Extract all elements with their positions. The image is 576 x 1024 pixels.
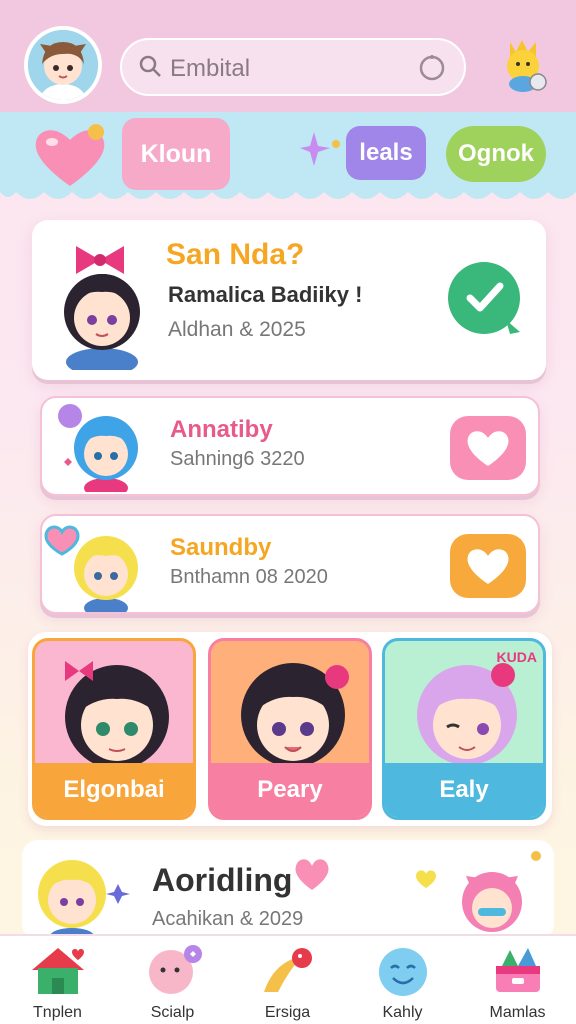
featured-card[interactable]: San Nda? Ramalica Badiiky ! Aldhan & 202… [32,220,546,380]
gift-box-icon [496,948,540,992]
nav-item-mamlas[interactable]: Mamlas [460,936,575,1024]
grid-tile-peary[interactable]: Peary [208,638,372,820]
nav-label: Kahly [382,1004,423,1021]
like-button[interactable] [450,416,526,480]
check-icon [466,282,520,334]
tab-kloun[interactable]: Kloun [122,118,230,190]
search-bar[interactable]: Embital [120,38,466,96]
check-button[interactable] [448,262,520,334]
settings-ring-icon[interactable] [416,52,448,84]
character-dark-hair-icon [65,661,169,769]
card-title: Saundby [170,534,272,561]
character-blonde-boy-icon [38,860,130,940]
character-blonde-icon [44,525,138,612]
feature-card[interactable]: Aoridling Acahikan & 2029 [22,840,554,940]
nav-label: Ersiga [264,1004,311,1021]
search-icon [139,55,161,77]
nav-item-scialp[interactable]: Scialp [115,936,230,1024]
grid-tile-elgonbai[interactable]: Elgonbai [32,638,196,820]
feature-title: Aoridling [152,862,293,898]
heart-icon[interactable] [30,122,110,190]
heart-icon [450,534,526,598]
list-item[interactable]: Annatiby Sahning6 3220 [40,396,540,496]
nav-label: Scialp [150,1004,195,1021]
tile-label: Ealy [385,763,543,817]
avatar-character-icon [28,30,98,100]
character-black-hair-icon [64,246,140,370]
card-date: Aldhan & 2025 [168,318,306,341]
like-button[interactable] [450,534,526,598]
nav-item-tnplen[interactable]: Tnplen [0,936,115,1024]
profile-avatar[interactable] [24,26,102,104]
comet-icon [264,948,312,992]
card-subtitle: Ramalica Badiiky ! [168,282,363,307]
card-date: Sahning6 3220 [170,448,305,470]
card-date: Bnthamn 08 2020 [170,566,328,588]
card-title: San Nda? [166,238,305,271]
card-title: Annatiby [170,416,273,443]
heart-icon [295,859,329,890]
list-item[interactable]: Saundby Bnthamn 08 2020 [40,514,540,614]
search-input[interactable]: Embital [170,55,250,83]
tab-leals[interactable]: leals [346,126,426,180]
nav-label: Mamlas [489,1004,546,1021]
tab-ognok[interactable]: Ognok [446,126,546,182]
smile-icon [379,948,427,996]
tile-badge: KUDA [496,649,537,665]
sparkle-icon [300,132,340,166]
character-grid: Elgonbai Peary KUDA Ealy [28,632,552,826]
chat-bubble-icon [149,945,202,994]
grid-tile-ealy[interactable]: KUDA Ealy [382,638,546,820]
nav-item-kahly[interactable]: Kahly [345,936,460,1024]
mascot-icon[interactable] [496,38,550,96]
tile-label: Peary [211,763,369,817]
heart-icon [450,416,526,480]
nav-item-ersiga[interactable]: Ersiga [230,936,345,1024]
nav-label: Tnplen [33,1004,82,1021]
bottom-nav: Tnplen Scialp Ersiga Kahly Mamlas [0,934,576,1024]
tile-label: Elgonbai [35,763,193,817]
house-icon [32,948,84,994]
feature-date: Acahikan & 2029 [152,908,304,930]
character-pink-cat-icon [416,851,541,932]
character-black-bob-icon [241,663,349,767]
character-blue-hair-icon [58,404,138,492]
